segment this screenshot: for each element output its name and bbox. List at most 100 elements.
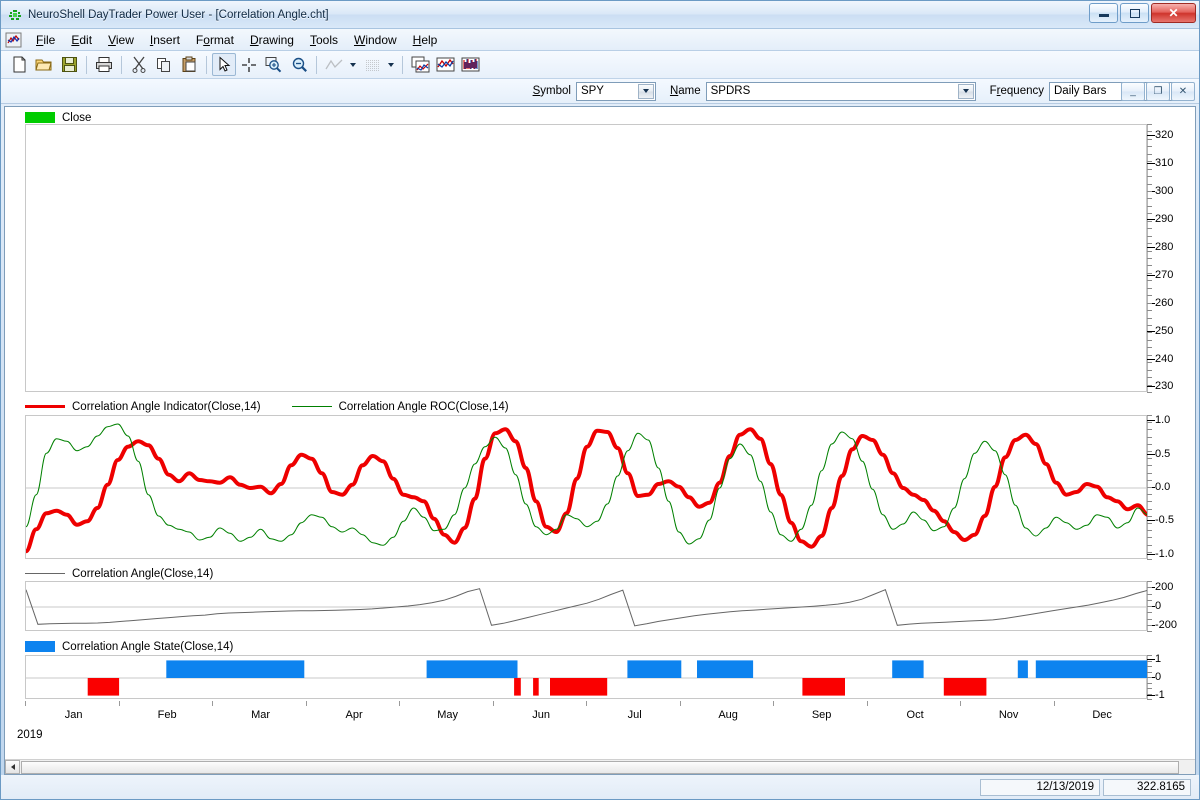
legend-swatch-line-icon: [25, 405, 65, 408]
mdi-close-button[interactable]: ✕: [1171, 82, 1195, 101]
legend-entry[interactable]: Correlation Angle Indicator(Close,14): [25, 401, 261, 413]
y-axis-minor-tick: [1147, 295, 1152, 297]
menu-item-drawing[interactable]: Drawing: [242, 31, 302, 49]
frequency-label: Frequency: [989, 85, 1044, 97]
zoom-out-icon[interactable]: [287, 53, 311, 76]
y-axis-minor-tick: [1147, 523, 1152, 524]
print-icon[interactable]: [92, 53, 116, 76]
line-style-dropdown-arrow-icon[interactable]: [347, 53, 359, 76]
y-axis-tick-label: 280: [1155, 240, 1174, 253]
y-axis-minor-tick: [1147, 369, 1152, 371]
correlation-angle-state-panel-plot[interactable]: [25, 655, 1148, 699]
menu-item-tools[interactable]: Tools: [302, 31, 346, 49]
menu-item-format[interactable]: Format: [188, 31, 242, 49]
correlation-angle-indicator-panel-plot[interactable]: [25, 415, 1148, 559]
y-axis-minor-tick: [1147, 228, 1152, 230]
y-axis-minor-tick: [1147, 176, 1152, 178]
correlation-angle-panel-plot[interactable]: [25, 581, 1148, 631]
legend-entry[interactable]: Correlation Angle ROC(Close,14): [291, 400, 509, 413]
state-bar: [533, 678, 539, 696]
name-combobox[interactable]: SPDRS: [705, 81, 976, 101]
line-style-icon[interactable]: [322, 53, 346, 76]
legend-swatch-box-icon: [25, 641, 55, 652]
paste-icon[interactable]: [177, 53, 201, 76]
save-disk-icon[interactable]: [57, 53, 81, 76]
y-axis-tick-mark: [1147, 330, 1155, 332]
x-axis-tick: [679, 701, 681, 706]
fill-pattern-dropdown-arrow-icon[interactable]: [385, 53, 397, 76]
app-menu-icon[interactable]: [5, 32, 22, 48]
y-axis-minor-tick: [1147, 280, 1152, 282]
legend-swatch-box-icon: [25, 112, 55, 123]
menu-item-help[interactable]: Help: [405, 31, 446, 49]
status-value: 322.8165: [1103, 778, 1191, 796]
y-axis-tick-label: 260: [1155, 296, 1174, 309]
y-axis-tick-mark: [1147, 274, 1155, 276]
symbol-dropdown-arrow-icon[interactable]: [637, 83, 654, 99]
state-bar: [166, 660, 305, 678]
y-axis-tick-mark: [1147, 420, 1155, 422]
x-axis-tick: [212, 701, 213, 706]
y-axis-tick-mark: [1147, 520, 1155, 522]
maximize-icon: [1129, 8, 1140, 18]
chart-canvas-area[interactable]: Close Correlation Angle Indicator(Close,1…: [5, 107, 1195, 759]
mdi-minimize-button[interactable]: _: [1121, 82, 1145, 101]
y-axis-minor-tick: [1147, 272, 1152, 274]
pointer-arrow-icon[interactable]: [212, 53, 236, 76]
legend-entry[interactable]: Correlation Angle State(Close,14): [25, 641, 233, 653]
menu-item-window[interactable]: Window: [346, 31, 405, 49]
window-controls: ✕: [1089, 3, 1196, 23]
state-bar: [1035, 660, 1148, 678]
y-axis-minor-tick: [1147, 606, 1152, 607]
menu-item-edit[interactable]: Edit: [63, 31, 100, 49]
legend-entry[interactable]: Close: [25, 112, 91, 124]
fill-pattern-icon[interactable]: [360, 53, 384, 76]
scrollbar-thumb[interactable]: [21, 760, 1179, 774]
y-axis-minor-tick: [1147, 429, 1152, 431]
mdi-restore-button[interactable]: ❐: [1146, 82, 1170, 101]
horizontal-scrollbar[interactable]: [5, 759, 1195, 774]
chart-windows-icon[interactable]: [408, 53, 432, 76]
maximize-button[interactable]: [1120, 3, 1149, 23]
y-axis-minor-tick: [1147, 544, 1152, 546]
correlation-angle-state-panel-legend: Correlation Angle State(Close,14): [5, 638, 1195, 655]
y-axis-minor-tick: [1147, 537, 1152, 539]
price-panel-plot[interactable]: [25, 124, 1147, 392]
legend-entry[interactable]: Correlation Angle(Close,14): [25, 568, 213, 580]
name-dropdown-arrow-icon[interactable]: [957, 83, 974, 99]
price-panel-y-axis: 320 310 300 290 280 270 260 250 240 230: [1147, 124, 1193, 393]
menu-item-view[interactable]: View: [100, 31, 142, 49]
y-axis-minor-tick: [1147, 124, 1152, 125]
minimize-button[interactable]: [1089, 3, 1118, 23]
chart-indicator-icon[interactable]: [433, 53, 457, 76]
chart-bars-icon[interactable]: [458, 53, 482, 76]
y-axis-minor-tick: [1147, 384, 1152, 386]
x-axis-month-label: Dec: [1092, 709, 1112, 721]
correlation-angle-panel-series: [26, 588, 1148, 627]
x-axis-tick: [866, 701, 868, 706]
state-bar: [426, 660, 518, 678]
close-button[interactable]: ✕: [1151, 3, 1196, 23]
copy-icon[interactable]: [152, 53, 176, 76]
new-icon[interactable]: [7, 53, 31, 76]
y-axis-minor-tick: [1147, 688, 1152, 689]
y-axis-tick-mark: [1147, 163, 1155, 165]
zoom-in-icon[interactable]: [262, 53, 286, 76]
scroll-left-button[interactable]: [5, 760, 20, 774]
y-axis-minor-tick: [1147, 153, 1152, 155]
y-axis-minor-tick: [1147, 168, 1152, 170]
crosshair-icon[interactable]: [237, 53, 261, 76]
cut-scissors-icon[interactable]: [127, 53, 151, 76]
y-axis-tick-mark: [1147, 553, 1155, 555]
symbol-combobox[interactable]: SPY: [575, 81, 656, 101]
y-axis-minor-tick: [1147, 618, 1152, 620]
x-axis-tick: [305, 701, 307, 706]
y-axis-minor-tick: [1147, 258, 1152, 259]
y-axis-tick-mark: [1147, 386, 1155, 388]
y-axis-tick-label: 1.0: [1155, 414, 1171, 427]
open-folder-icon[interactable]: [32, 53, 56, 76]
menu-item-insert[interactable]: Insert: [142, 31, 188, 49]
legend-label: Correlation Angle ROC(Close,14): [338, 400, 509, 413]
menu-item-file[interactable]: File: [28, 31, 63, 49]
minimize-icon: [1098, 14, 1109, 17]
